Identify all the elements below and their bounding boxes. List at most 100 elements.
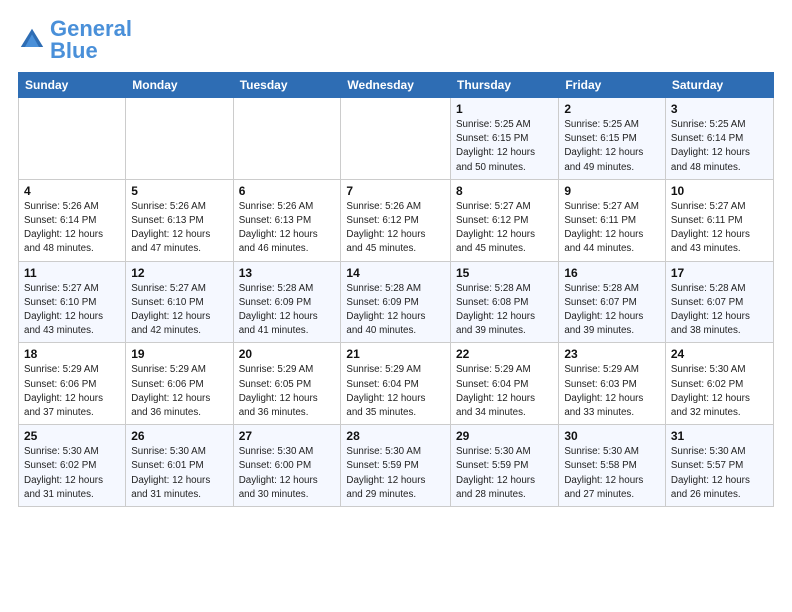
week-row-0: 1 Sunrise: 5:25 AM Sunset: 6:15 PM Daylig… xyxy=(19,98,774,180)
logo-text2: Blue xyxy=(50,40,132,62)
day-number: 22 xyxy=(456,347,553,361)
weekday-header-monday: Monday xyxy=(126,73,233,98)
calendar-cell: 24 Sunrise: 5:30 AM Sunset: 6:02 PM Dayli… xyxy=(665,343,773,425)
day-info: Sunrise: 5:26 AM Sunset: 6:12 PM Dayligh… xyxy=(346,200,445,257)
calendar-cell: 7Sunrise: 5:26 AM Sunset: 6:12 PM Daylig… xyxy=(341,179,451,261)
day-info: Sunrise: 5:25 AM Sunset: 6:14 PM Dayligh… xyxy=(671,118,768,175)
day-number: 26 xyxy=(131,429,227,443)
day-number: 4 xyxy=(24,184,120,198)
day-info: Sunrise: 5:29 AM Sunset: 6:06 PM Dayligh… xyxy=(131,363,227,420)
day-info: Sunrise: 5:25 AM Sunset: 6:15 PM Dayligh… xyxy=(456,118,553,175)
day-number: 31 xyxy=(671,429,768,443)
calendar-cell: 9 Sunrise: 5:27 AM Sunset: 6:11 PM Daylig… xyxy=(559,179,666,261)
weekday-header-friday: Friday xyxy=(559,73,666,98)
day-number: 23 xyxy=(564,347,660,361)
day-info: Sunrise: 5:26 AM Sunset: 6:14 PM Dayligh… xyxy=(24,200,120,257)
day-info: Sunrise: 5:26 AM Sunset: 6:13 PM Dayligh… xyxy=(239,200,336,257)
day-number: 19 xyxy=(131,347,227,361)
calendar-cell: 20 Sunrise: 5:29 AM Sunset: 6:05 PM Dayli… xyxy=(233,343,341,425)
day-number: 9 xyxy=(564,184,660,198)
day-info: Sunrise: 5:30 AM Sunset: 6:02 PM Dayligh… xyxy=(671,363,768,420)
calendar-cell: 15 Sunrise: 5:28 AM Sunset: 6:08 PM Dayli… xyxy=(451,261,559,343)
calendar-cell: 8 Sunrise: 5:27 AM Sunset: 6:12 PM Daylig… xyxy=(451,179,559,261)
calendar-cell: 26 Sunrise: 5:30 AM Sunset: 6:01 PM Dayli… xyxy=(126,425,233,507)
calendar-cell: 25 Sunrise: 5:30 AM Sunset: 6:02 PM Dayli… xyxy=(19,425,126,507)
day-number: 11 xyxy=(24,266,120,280)
day-info: Sunrise: 5:29 AM Sunset: 6:06 PM Dayligh… xyxy=(24,363,120,420)
day-number: 18 xyxy=(24,347,120,361)
calendar-cell xyxy=(126,98,233,180)
calendar-cell: 3 Sunrise: 5:25 AM Sunset: 6:14 PM Daylig… xyxy=(665,98,773,180)
day-number: 25 xyxy=(24,429,120,443)
calendar-cell xyxy=(233,98,341,180)
day-number: 5 xyxy=(131,184,227,198)
calendar-cell: 13 Sunrise: 5:28 AM Sunset: 6:09 PM Dayli… xyxy=(233,261,341,343)
day-number: 28 xyxy=(346,429,445,443)
day-number: 13 xyxy=(239,266,336,280)
day-number: 17 xyxy=(671,266,768,280)
day-info: Sunrise: 5:27 AM Sunset: 6:10 PM Dayligh… xyxy=(24,282,120,339)
week-row-1: 4 Sunrise: 5:26 AM Sunset: 6:14 PM Daylig… xyxy=(19,179,774,261)
week-row-2: 11 Sunrise: 5:27 AM Sunset: 6:10 PM Dayli… xyxy=(19,261,774,343)
calendar-cell: 2Sunrise: 5:25 AM Sunset: 6:15 PM Daylig… xyxy=(559,98,666,180)
day-number: 2 xyxy=(564,102,660,116)
calendar-table: SundayMondayTuesdayWednesdayThursdayFrid… xyxy=(18,72,774,507)
calendar-cell: 12Sunrise: 5:27 AM Sunset: 6:10 PM Dayli… xyxy=(126,261,233,343)
day-number: 1 xyxy=(456,102,553,116)
day-number: 10 xyxy=(671,184,768,198)
day-info: Sunrise: 5:30 AM Sunset: 6:00 PM Dayligh… xyxy=(239,445,336,502)
calendar-cell: 28 Sunrise: 5:30 AM Sunset: 5:59 PM Dayli… xyxy=(341,425,451,507)
day-number: 14 xyxy=(346,266,445,280)
calendar-cell: 19 Sunrise: 5:29 AM Sunset: 6:06 PM Dayli… xyxy=(126,343,233,425)
day-info: Sunrise: 5:29 AM Sunset: 6:04 PM Dayligh… xyxy=(346,363,445,420)
day-info: Sunrise: 5:28 AM Sunset: 6:07 PM Dayligh… xyxy=(564,282,660,339)
day-info: Sunrise: 5:29 AM Sunset: 6:05 PM Dayligh… xyxy=(239,363,336,420)
calendar-cell: 23 Sunrise: 5:29 AM Sunset: 6:03 PM Dayli… xyxy=(559,343,666,425)
day-number: 16 xyxy=(564,266,660,280)
day-info: Sunrise: 5:27 AM Sunset: 6:12 PM Dayligh… xyxy=(456,200,553,257)
day-info: Sunrise: 5:29 AM Sunset: 6:04 PM Dayligh… xyxy=(456,363,553,420)
calendar-cell: 6 Sunrise: 5:26 AM Sunset: 6:13 PM Daylig… xyxy=(233,179,341,261)
weekday-header-sunday: Sunday xyxy=(19,73,126,98)
week-row-4: 25 Sunrise: 5:30 AM Sunset: 6:02 PM Dayli… xyxy=(19,425,774,507)
day-number: 24 xyxy=(671,347,768,361)
day-number: 12 xyxy=(131,266,227,280)
calendar-cell: 22 Sunrise: 5:29 AM Sunset: 6:04 PM Dayli… xyxy=(451,343,559,425)
logo-icon xyxy=(18,26,46,54)
day-info: Sunrise: 5:30 AM Sunset: 5:59 PM Dayligh… xyxy=(456,445,553,502)
calendar-cell xyxy=(19,98,126,180)
calendar-cell: 5 Sunrise: 5:26 AM Sunset: 6:13 PM Daylig… xyxy=(126,179,233,261)
day-info: Sunrise: 5:26 AM Sunset: 6:13 PM Dayligh… xyxy=(131,200,227,257)
calendar-cell: 17Sunrise: 5:28 AM Sunset: 6:07 PM Dayli… xyxy=(665,261,773,343)
day-number: 8 xyxy=(456,184,553,198)
day-number: 6 xyxy=(239,184,336,198)
calendar-cell: 14Sunrise: 5:28 AM Sunset: 6:09 PM Dayli… xyxy=(341,261,451,343)
day-number: 30 xyxy=(564,429,660,443)
page: General Blue SundayMondayTuesdayWednesda… xyxy=(0,0,792,517)
weekday-header-wednesday: Wednesday xyxy=(341,73,451,98)
weekday-header-saturday: Saturday xyxy=(665,73,773,98)
day-number: 20 xyxy=(239,347,336,361)
day-number: 15 xyxy=(456,266,553,280)
day-info: Sunrise: 5:28 AM Sunset: 6:09 PM Dayligh… xyxy=(239,282,336,339)
day-info: Sunrise: 5:29 AM Sunset: 6:03 PM Dayligh… xyxy=(564,363,660,420)
day-info: Sunrise: 5:28 AM Sunset: 6:08 PM Dayligh… xyxy=(456,282,553,339)
calendar-cell: 29Sunrise: 5:30 AM Sunset: 5:59 PM Dayli… xyxy=(451,425,559,507)
calendar-cell: 31Sunrise: 5:30 AM Sunset: 5:57 PM Dayli… xyxy=(665,425,773,507)
day-info: Sunrise: 5:27 AM Sunset: 6:11 PM Dayligh… xyxy=(564,200,660,257)
day-info: Sunrise: 5:30 AM Sunset: 6:01 PM Dayligh… xyxy=(131,445,227,502)
weekday-header-tuesday: Tuesday xyxy=(233,73,341,98)
day-info: Sunrise: 5:30 AM Sunset: 6:02 PM Dayligh… xyxy=(24,445,120,502)
calendar-cell: 16 Sunrise: 5:28 AM Sunset: 6:07 PM Dayli… xyxy=(559,261,666,343)
day-info: Sunrise: 5:30 AM Sunset: 5:59 PM Dayligh… xyxy=(346,445,445,502)
day-number: 3 xyxy=(671,102,768,116)
calendar-cell: 27 Sunrise: 5:30 AM Sunset: 6:00 PM Dayli… xyxy=(233,425,341,507)
header: General Blue xyxy=(18,18,774,62)
calendar-cell: 1 Sunrise: 5:25 AM Sunset: 6:15 PM Daylig… xyxy=(451,98,559,180)
day-info: Sunrise: 5:30 AM Sunset: 5:58 PM Dayligh… xyxy=(564,445,660,502)
day-number: 27 xyxy=(239,429,336,443)
calendar-cell: 10 Sunrise: 5:27 AM Sunset: 6:11 PM Dayli… xyxy=(665,179,773,261)
day-info: Sunrise: 5:27 AM Sunset: 6:11 PM Dayligh… xyxy=(671,200,768,257)
logo-text: General xyxy=(50,18,132,40)
calendar-cell xyxy=(341,98,451,180)
